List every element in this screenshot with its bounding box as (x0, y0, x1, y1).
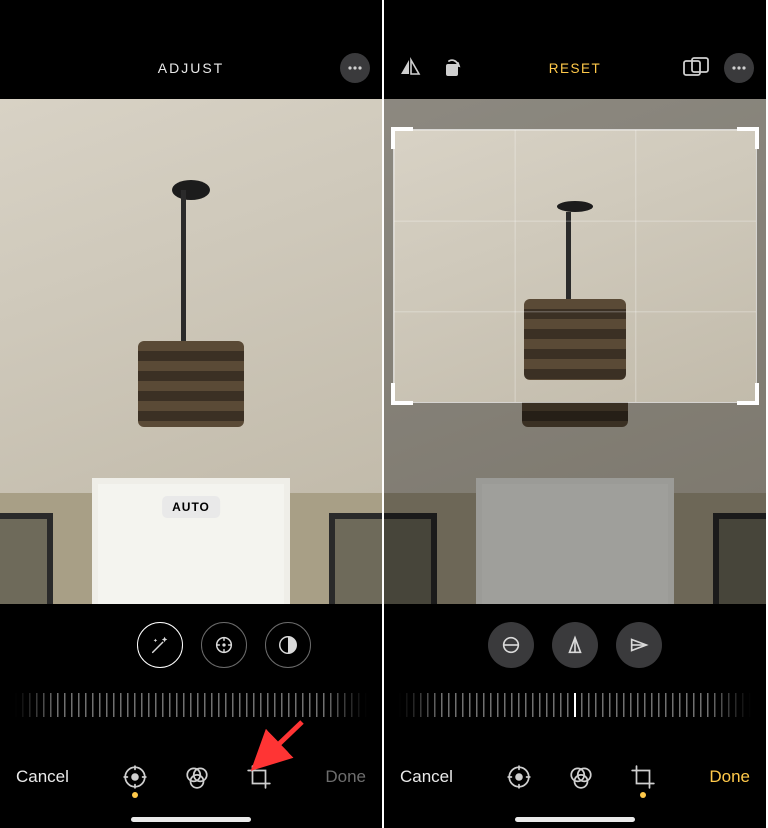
adjust-tab-icon[interactable] (122, 764, 148, 790)
more-icon[interactable] (724, 53, 754, 83)
done-button[interactable]: Done (709, 767, 750, 787)
filters-tab-icon[interactable] (184, 764, 210, 790)
auto-pill: AUTO (162, 496, 220, 518)
topbar-adjust: ADJUST (0, 50, 382, 86)
crop-frame[interactable] (394, 130, 756, 402)
reset-button[interactable]: RESET (549, 61, 602, 76)
crop-tab-icon[interactable] (630, 764, 656, 790)
more-icon[interactable] (340, 53, 370, 83)
flip-icon[interactable] (396, 54, 424, 82)
rotation-slider[interactable] (384, 688, 766, 722)
adjust-tool-row (0, 616, 382, 674)
crop-handle-tl[interactable] (391, 127, 413, 149)
home-indicator[interactable] (515, 817, 635, 822)
topbar-crop: RESET (384, 50, 766, 86)
cancel-button[interactable]: Cancel (16, 767, 69, 787)
adjust-tab-icon[interactable] (506, 764, 532, 790)
bottom-bar: Cancel Done (0, 748, 382, 806)
contrast-button[interactable] (265, 622, 311, 668)
aspect-ratio-icon[interactable] (682, 54, 710, 82)
bottom-bar: Cancel Done (384, 748, 766, 806)
cancel-button[interactable]: Cancel (400, 767, 453, 787)
crop-handle-bl[interactable] (391, 383, 413, 405)
rotate-icon[interactable] (438, 54, 466, 82)
vertical-perspective-button[interactable] (552, 622, 598, 668)
adjust-slider[interactable] (0, 688, 382, 722)
mode-title: ADJUST (158, 60, 224, 76)
edit-mode-tabs (122, 764, 272, 790)
magic-wand-button[interactable] (137, 622, 183, 668)
done-button[interactable]: Done (325, 767, 366, 787)
exposure-button[interactable] (201, 622, 247, 668)
edit-mode-tabs (506, 764, 656, 790)
horizontal-perspective-button[interactable] (616, 622, 662, 668)
filters-tab-icon[interactable] (568, 764, 594, 790)
crop-handle-tr[interactable] (737, 127, 759, 149)
crop-tool-row (384, 616, 766, 674)
crop-tab-icon[interactable] (246, 764, 272, 790)
crop-handle-br[interactable] (737, 383, 759, 405)
screen-crop: RESET (384, 0, 768, 828)
screen-adjust: ADJUST AUTO Cancel (0, 0, 384, 828)
straighten-button[interactable] (488, 622, 534, 668)
photo-preview[interactable]: AUTO (0, 99, 382, 604)
home-indicator[interactable] (131, 817, 251, 822)
